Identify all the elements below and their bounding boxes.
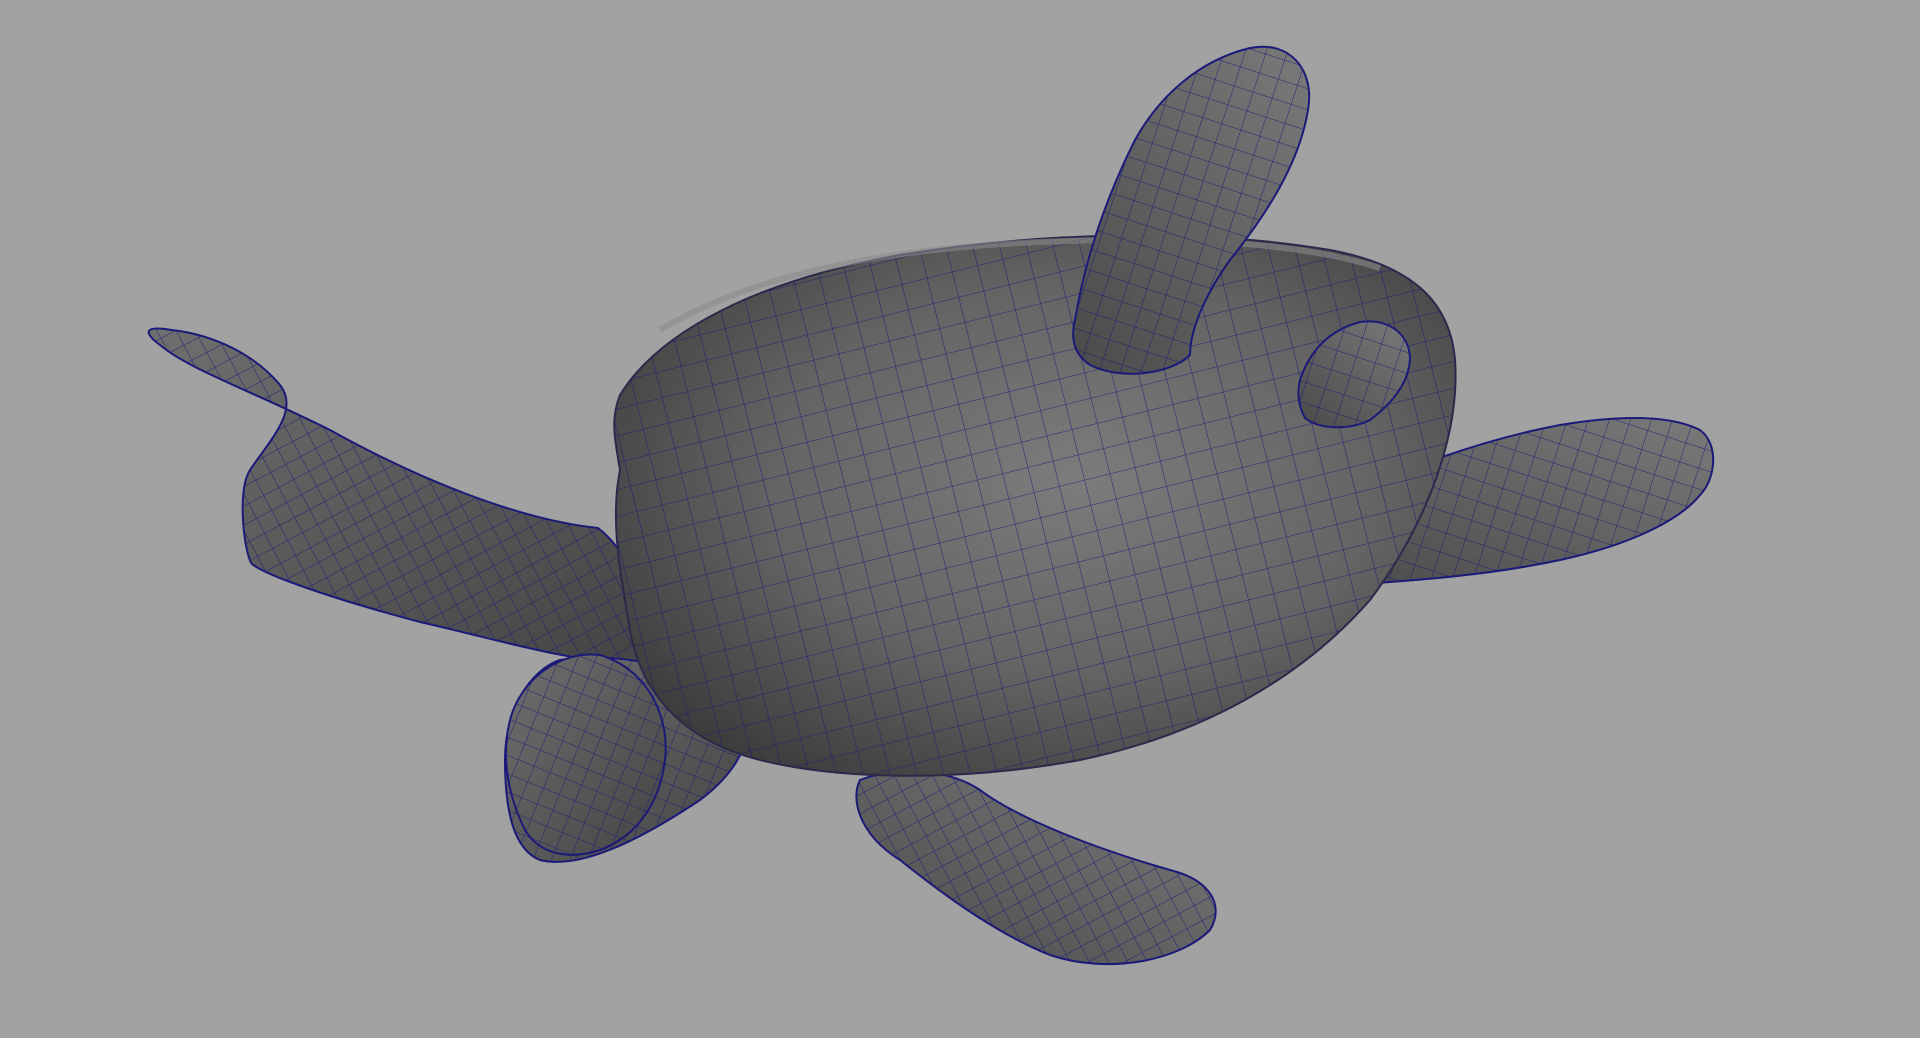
- right-rear-flipper[interactable]: [855, 770, 1217, 966]
- turtle-shell[interactable]: [613, 234, 1457, 777]
- 3d-viewport[interactable]: [0, 0, 1920, 1038]
- left-front-flipper[interactable]: [147, 327, 649, 667]
- turtle-model[interactable]: [0, 0, 1920, 1038]
